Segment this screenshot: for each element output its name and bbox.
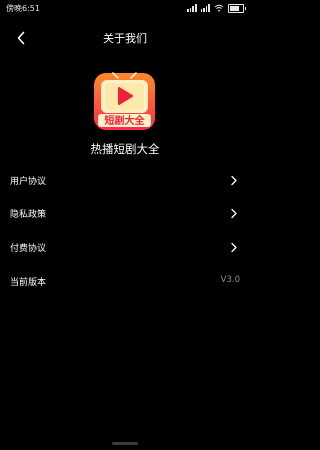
status-bar: 傍晚6:51 [0, 0, 250, 16]
menu-label: 用户协议 [10, 177, 47, 187]
battery-fill [230, 5, 239, 11]
wifi-icon [214, 4, 224, 12]
app-logo: 短剧大全 [94, 72, 155, 130]
app-logo-text: 短剧大全 [105, 114, 146, 127]
menu-item-current-version: 当前版本 V3.0 [0, 267, 250, 297]
status-time: 傍晚6:51 [6, 4, 40, 13]
top-bar: 关于我们 [0, 24, 250, 52]
status-icons [187, 3, 246, 13]
menu-item-privacy-policy[interactable]: 隐私政策 [0, 199, 250, 229]
chevron-right-icon [231, 175, 237, 186]
menu-item-payment-agreement[interactable]: 付费协议 [0, 233, 250, 263]
menu-item-user-agreement[interactable]: 用户协议 [0, 166, 250, 196]
signal-icon [187, 4, 197, 12]
menu-label: 当前版本 [10, 278, 47, 288]
chevron-right-icon [231, 242, 237, 253]
version-value: V3.0 [220, 275, 240, 285]
page-title: 关于我们 [103, 32, 147, 45]
home-indicator[interactable] [112, 442, 138, 445]
menu-label: 隐私政策 [10, 210, 47, 220]
signal-icon-2 [200, 4, 210, 12]
menu-label: 付费协议 [10, 244, 47, 254]
battery-icon [228, 3, 246, 13]
app-name: 热播短剧大全 [90, 142, 160, 156]
chevron-right-icon [231, 208, 237, 219]
